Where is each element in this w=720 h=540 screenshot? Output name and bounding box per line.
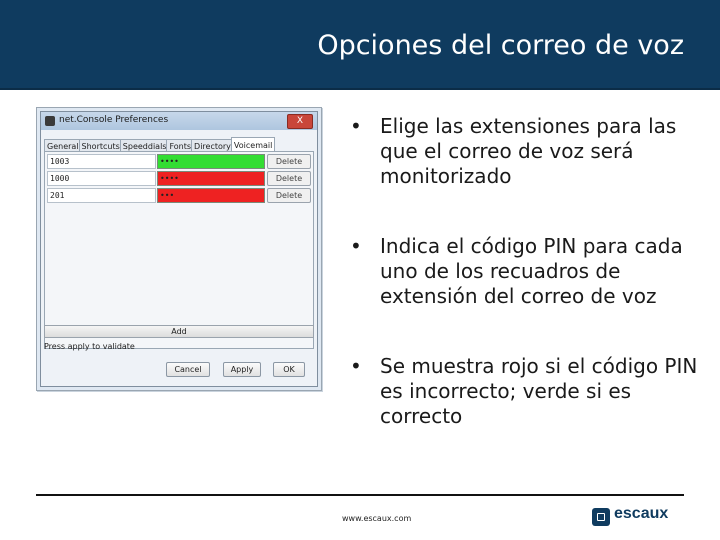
status-text: Press apply to validate <box>44 342 135 351</box>
delete-button[interactable]: Delete <box>267 154 311 169</box>
window-title: net.Console Preferences <box>59 115 169 125</box>
voicemail-row: 1000 •••• Delete <box>47 171 311 186</box>
close-button[interactable]: X <box>287 114 313 129</box>
voicemail-row: 1003 •••• Delete <box>47 154 311 169</box>
delete-button[interactable]: Delete <box>267 171 311 186</box>
pin-field[interactable]: ••• <box>157 188 265 203</box>
bullet-text: Se muestra rojo si el código PIN es inco… <box>380 354 698 428</box>
bullet-text: Elige las extensiones para las que el co… <box>380 114 677 188</box>
bullet-list: • Elige las extensiones para las que el … <box>350 114 700 429</box>
app-icon <box>45 116 55 126</box>
extension-field[interactable]: 1003 <box>47 154 156 169</box>
bullet-text: Indica el código PIN para cada uno de lo… <box>380 234 683 308</box>
tab-bar: General Shortcuts Speeddials Fonts Directory… <box>44 135 314 154</box>
pin-field[interactable]: •••• <box>157 171 265 186</box>
bullet-item: • Elige las extensiones para las que el … <box>350 114 700 189</box>
slide-header: Opciones del correo de voz <box>0 0 720 90</box>
extension-field[interactable]: 201 <box>47 188 156 203</box>
slide-title: Opciones del correo de voz <box>317 30 684 61</box>
ok-button[interactable]: OK <box>273 362 305 377</box>
escaux-logo-icon <box>592 508 610 526</box>
bullet-item: • Indica el código PIN para cada uno de … <box>350 234 700 309</box>
bullet-dot: • <box>350 234 362 258</box>
extension-field[interactable]: 1000 <box>47 171 156 186</box>
add-button[interactable]: Add <box>44 325 314 338</box>
preferences-window: net.Console Preferences X General Shortcu… <box>40 111 318 387</box>
cancel-button[interactable]: Cancel <box>166 362 210 377</box>
voicemail-row: 201 ••• Delete <box>47 188 311 203</box>
bullet-item: • Se muestra rojo si el código PIN es in… <box>350 354 700 429</box>
preferences-screenshot: net.Console Preferences X General Shortcu… <box>36 107 322 391</box>
voicemail-panel: 1003 •••• Delete 1000 •••• Delete 201 ••… <box>44 151 314 349</box>
window-titlebar: net.Console Preferences X <box>41 112 317 130</box>
bullet-dot: • <box>350 114 362 138</box>
footer-url[interactable]: www.escaux.com <box>342 514 411 523</box>
bullet-dot: • <box>350 354 362 378</box>
pin-field[interactable]: •••• <box>157 154 265 169</box>
escaux-logo-text: escaux <box>614 505 669 522</box>
delete-button[interactable]: Delete <box>267 188 311 203</box>
footer-divider <box>36 494 684 496</box>
apply-button[interactable]: Apply <box>223 362 261 377</box>
